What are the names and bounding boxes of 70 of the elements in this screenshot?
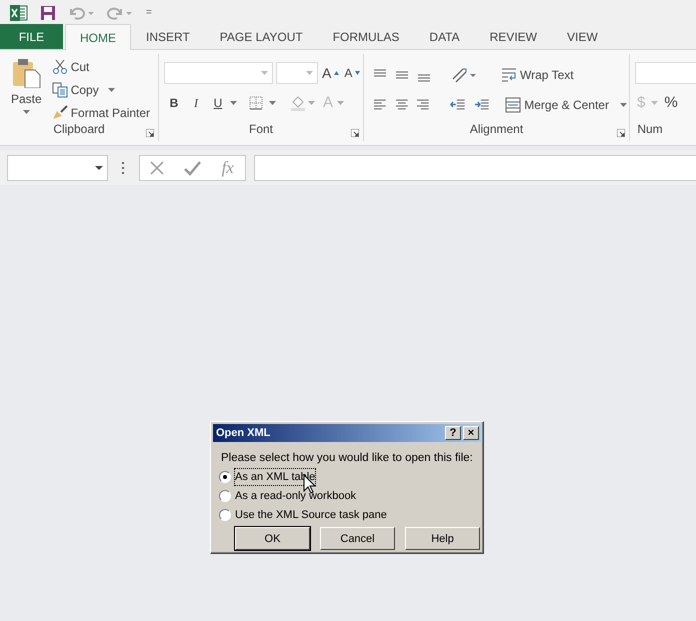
merge-center-button[interactable]: Merge & Center [503,94,629,116]
merge-cells-icon [505,97,522,113]
caret-icon[interactable] [230,101,237,105]
option-label[interactable]: As a read-only workbook [235,488,356,504]
caret-icon [95,166,103,170]
ribbon-tab[interactable]: HOME [65,24,131,50]
radio-button[interactable] [219,470,231,483]
percent-button[interactable]: % [662,92,680,114]
increase-font-size-button[interactable]: A [321,62,340,84]
ribbon-tab[interactable]: REVIEW [474,24,552,49]
ribbon-tab[interactable]: FORMULAS [318,24,414,49]
borders-icon[interactable] [249,96,263,110]
increase-indent-icon[interactable] [474,98,490,112]
dialog-button[interactable]: OK [235,527,310,550]
caret-icon [620,103,627,107]
format-painter-button[interactable]: Format Painter [50,102,152,124]
dialog-launcher-icon[interactable] [617,129,625,137]
dialog-launcher-icon[interactable] [351,129,359,137]
caret-down-icon [355,71,360,75]
caret-icon [306,71,313,75]
dialog-title: Open XML [216,426,270,441]
caret-icon [108,88,115,92]
cancel-icon[interactable] [149,160,166,176]
align-left-icon[interactable] [373,98,387,112]
decrease-indent-icon[interactable] [450,98,466,112]
help-button[interactable]: ? [445,426,461,440]
radio-button[interactable] [219,508,231,521]
bold-button[interactable]: B [164,92,184,114]
scissors-icon [52,59,68,75]
dialog-launcher-icon[interactable] [146,129,154,137]
group-label: Num [637,121,663,138]
wrap-text-icon [501,67,517,83]
group-label: Font [249,121,273,138]
option-label[interactable]: Use the XML Source task pane [235,506,387,523]
align-center-icon[interactable] [394,98,408,112]
caret-up-icon [334,71,340,75]
clipboard-icon [11,58,42,88]
excel-logo-icon[interactable] [10,4,28,20]
cut-button[interactable]: Cut [50,56,152,78]
grip-icon[interactable] [122,162,125,174]
decrease-font-size-button[interactable]: A [343,62,362,84]
ribbon-tab[interactable]: PAGE LAYOUT [204,24,318,49]
wrap-text-button[interactable]: Wrap Text [499,64,576,86]
ribbon-tab[interactable]: DATA [414,24,475,49]
underline-button[interactable]: U [208,92,228,114]
caret-icon[interactable] [269,101,276,105]
prompt-text: Please select how you would like to open this file: [220,451,474,466]
save-icon[interactable] [40,4,56,20]
caret-icon [22,110,30,114]
group-label: Clipboard [53,121,105,138]
customize-toolbar-button[interactable]: = [144,2,154,24]
ribbon-tab[interactable]: INSERT [131,24,205,49]
ribbon-tab[interactable]: VIEW [552,24,613,49]
orientation-icon[interactable] [451,67,477,83]
align-right-icon[interactable] [416,98,430,112]
copy-button[interactable]: Copy [50,79,152,101]
close-button[interactable]: × [463,426,479,440]
formula-input[interactable] [254,155,696,181]
group-label: Alignment [470,121,524,138]
file-tab[interactable]: FILE [0,24,63,49]
dialog-button[interactable]: Cancel [320,527,395,550]
italic-button[interactable]: I [186,92,206,114]
dialog-button[interactable]: Help [405,527,480,550]
radio-button[interactable] [219,490,231,502]
paintbrush-icon [52,105,68,121]
caret-icon [261,71,268,75]
copy-icon [52,82,68,98]
fill-color-icon[interactable] [290,95,306,111]
paste-button[interactable]: Paste [9,56,44,122]
checkmark-icon[interactable] [183,160,202,176]
